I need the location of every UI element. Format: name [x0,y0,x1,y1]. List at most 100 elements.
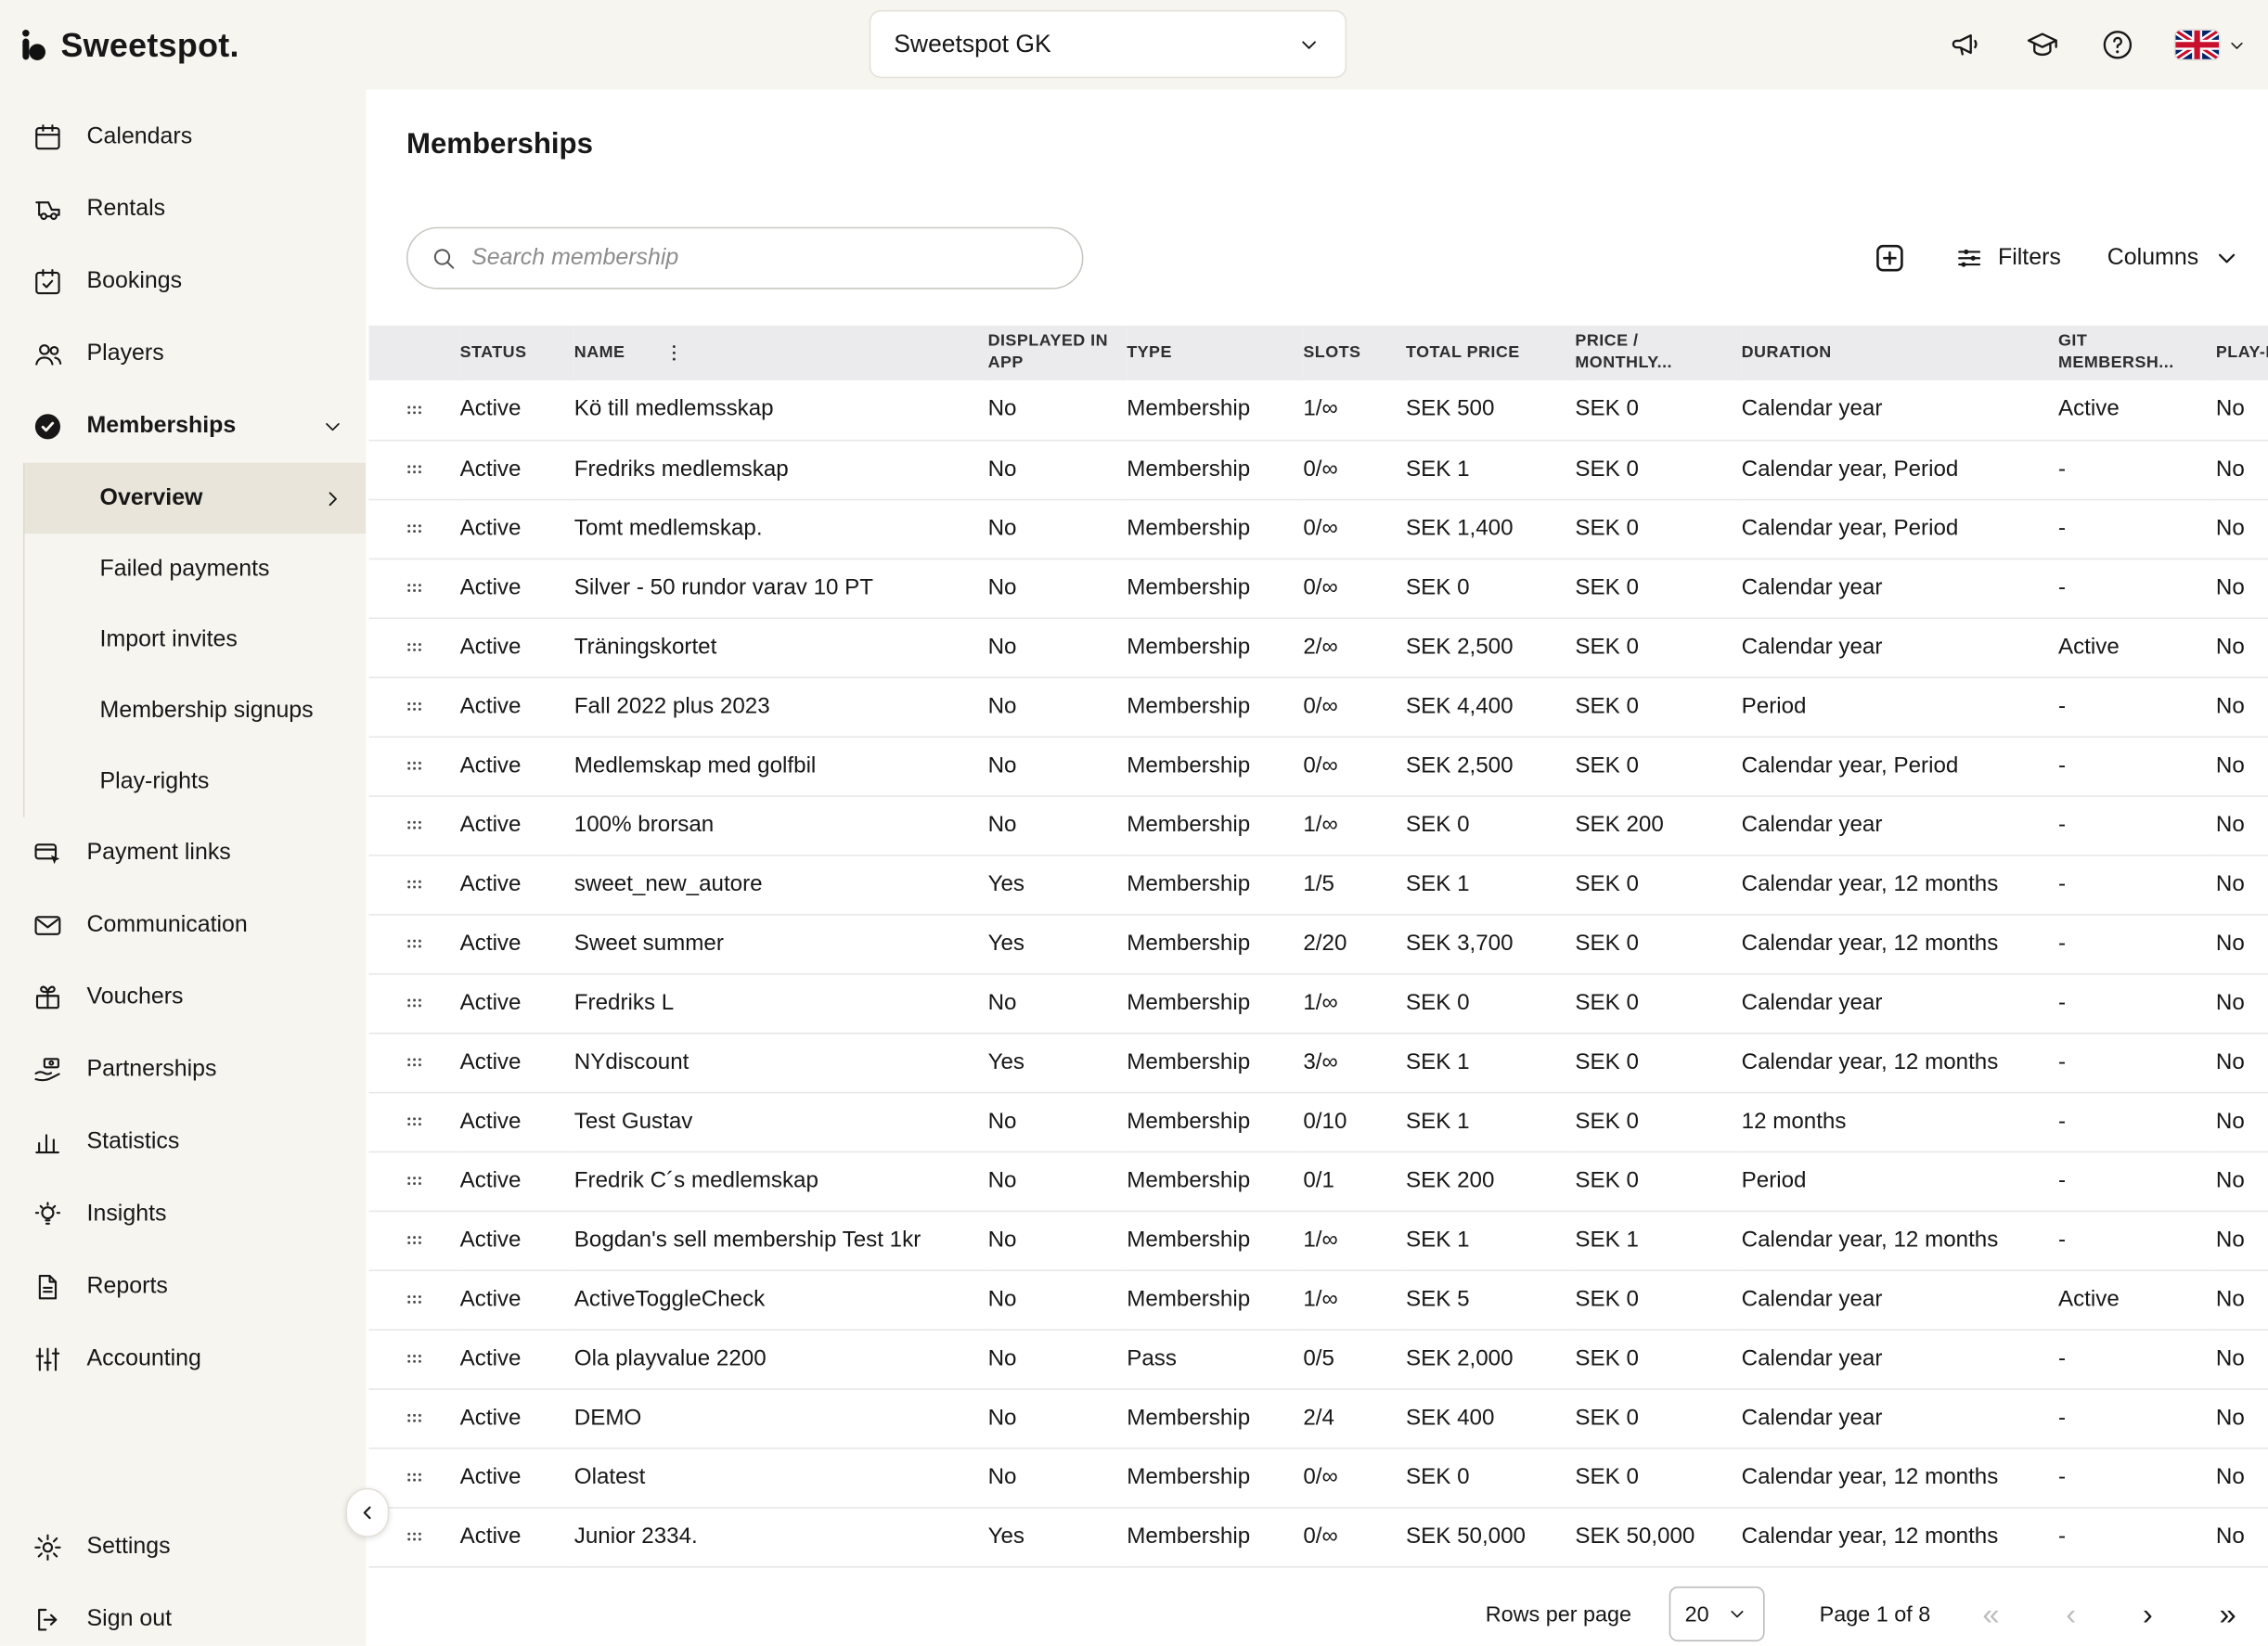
submenu-item-play-rights[interactable]: Play-rights [24,746,366,817]
sidebar-item-label: Partnerships [87,1057,346,1083]
row-drag-cell[interactable] [368,1329,459,1388]
table-row[interactable]: ActiveSilver - 50 rundor varav 10 PTNoMe… [368,559,2268,618]
filters-button[interactable]: Filters [1954,243,2061,274]
sidebar-item-settings[interactable]: Settings [0,1511,366,1584]
row-drag-cell[interactable] [368,440,459,499]
table-row[interactable]: ActiveMedlemskap med golfbilNoMembership… [368,736,2268,795]
table-row[interactable]: ActiveFredriks medlemskapNoMembership0/∞… [368,440,2268,499]
sidebar-item-calendars[interactable]: Calendars [0,101,366,174]
row-drag-cell[interactable] [368,1151,459,1211]
cell-git_membership: - [2058,1033,2216,1092]
table-row[interactable]: ActiveOlatestNoMembership0/∞SEK 0SEK 0Ca… [368,1447,2268,1507]
cell-status: Active [460,1447,574,1507]
cell-displayed_in_app: No [988,973,1128,1033]
drag-handle-icon [404,932,425,954]
table-row[interactable]: ActiveOla playvalue 2200NoPass0/5SEK 2,0… [368,1329,2268,1388]
table-row[interactable]: ActiveSweet summerYesMembership2/20SEK 3… [368,914,2268,973]
drag-handle-icon [404,1111,425,1132]
sidebar-item-insights[interactable]: Insights [0,1178,366,1251]
cell-play_right: No [2216,440,2268,499]
table-row[interactable]: ActiveFall 2022 plus 2023NoMembership0/∞… [368,676,2268,736]
row-drag-cell[interactable] [368,1092,459,1151]
table-row[interactable]: ActiveActiveToggleCheckNoMembership1/∞SE… [368,1270,2268,1330]
announcements-button[interactable] [1950,28,1984,62]
row-drag-cell[interactable] [368,1211,459,1270]
table-row[interactable]: ActiveTräningskortetNoMembership2/∞SEK 2… [368,618,2268,677]
sidebar-item-accounting[interactable]: Accounting [0,1323,366,1395]
sidebar-item-label: Rentals [87,197,346,223]
submenu-item-import-invites[interactable]: Import invites [24,605,366,675]
table-row[interactable]: ActiveFredrik C´s medlemskapNoMembership… [368,1151,2268,1211]
sidebar-item-partnerships[interactable]: Partnerships [0,1034,366,1106]
col-total-price: TOTAL PRICE [1406,326,1575,380]
prev-page-button[interactable]: ‹ [2052,1599,2091,1629]
table-row[interactable]: ActiveJunior 2334.YesMembership0/∞SEK 50… [368,1507,2268,1566]
cell-play_right: No [2216,1151,2268,1211]
search-input[interactable] [471,245,1060,271]
drag-handle-icon [404,1170,425,1191]
row-drag-cell[interactable] [368,795,459,855]
row-drag-cell[interactable] [368,855,459,914]
table-row[interactable]: ActiveNYdiscountYesMembership3/∞SEK 1SEK… [368,1033,2268,1092]
table-row[interactable]: Activesweet_new_autoreYesMembership1/5SE… [368,855,2268,914]
column-menu-kebab-icon[interactable] [663,341,686,365]
cell-play_right: No [2216,973,2268,1033]
table-row[interactable]: ActiveDEMONoMembership2/4SEK 400SEK 0Cal… [368,1388,2268,1447]
row-drag-cell[interactable] [368,736,459,795]
submenu-item-overview[interactable]: Overview [24,463,366,534]
row-drag-cell[interactable] [368,1033,459,1092]
sidebar-item-reports[interactable]: Reports [0,1251,366,1323]
sidebar-item-communication[interactable]: Communication [0,890,366,962]
cell-duration: Calendar year [1742,380,2058,440]
row-drag-cell[interactable] [368,676,459,736]
submenu-item-failed-payments[interactable]: Failed payments [24,534,366,604]
first-page-button[interactable]: « [1968,1599,2014,1629]
cell-play_right: No [2216,676,2268,736]
sidebar-item-rentals[interactable]: Rentals [0,174,366,246]
col-slots: SLOTS [1303,326,1406,380]
cell-type: Membership [1127,795,1303,855]
cell-git_membership: - [2058,973,2216,1033]
last-page-button[interactable]: » [2205,1599,2250,1629]
row-drag-cell[interactable] [368,914,459,973]
table-row[interactable]: ActiveTomt medlemskap.NoMembership0/∞SEK… [368,499,2268,559]
row-drag-cell[interactable] [368,380,459,440]
table-row[interactable]: ActiveKö till medlemsskapNoMembership1/∞… [368,380,2268,440]
table-row[interactable]: Active100% brorsanNoMembership1/∞SEK 0SE… [368,795,2268,855]
cell-slots: 1/∞ [1303,973,1406,1033]
sidebar-collapse-button[interactable] [346,1488,390,1537]
cell-price_monthly: SEK 0 [1575,1447,1741,1507]
add-membership-button[interactable] [1872,240,1908,276]
sidebar-item-memberships[interactable]: Memberships [0,391,366,463]
sidebar-item-payment-links[interactable]: Payment links [0,817,366,890]
sidebar-item-players[interactable]: Players [0,318,366,391]
table-row[interactable]: ActiveTest GustavNoMembership0/10SEK 1SE… [368,1092,2268,1151]
table-row[interactable]: ActiveBogdan's sell membership Test 1krN… [368,1211,2268,1270]
academy-button[interactable] [2025,28,2059,62]
cell-status: Active [460,440,574,499]
language-selector[interactable] [2175,31,2248,59]
cell-name: sweet_new_autore [574,855,988,914]
cell-git_membership: - [2058,795,2216,855]
rows-per-page-select[interactable]: 20 [1669,1587,1765,1641]
submenu-item-membership-signups[interactable]: Membership signups [24,675,366,746]
next-page-button[interactable]: › [2128,1599,2167,1629]
row-drag-cell[interactable] [368,1270,459,1330]
sidebar-item-bookings[interactable]: Bookings [0,246,366,318]
sidebar-item-sign-out[interactable]: Sign out [0,1584,366,1646]
help-button[interactable] [2100,28,2134,62]
cell-duration: Calendar year, 12 months [1742,1447,2058,1507]
row-drag-cell[interactable] [368,618,459,677]
club-selector[interactable]: Sweetspot GK [870,10,1347,78]
row-drag-cell[interactable] [368,973,459,1033]
cell-play_right: No [2216,1329,2268,1388]
row-drag-cell[interactable] [368,559,459,618]
sidebar-item-statistics[interactable]: Statistics [0,1106,366,1178]
table-row[interactable]: ActiveFredriks LNoMembership1/∞SEK 0SEK … [368,973,2268,1033]
cell-git_membership: - [2058,736,2216,795]
row-drag-cell[interactable] [368,1388,459,1447]
columns-button[interactable]: Columns [2107,243,2242,274]
cell-status: Active [460,736,574,795]
sidebar-item-vouchers[interactable]: Vouchers [0,962,366,1035]
row-drag-cell[interactable] [368,499,459,559]
